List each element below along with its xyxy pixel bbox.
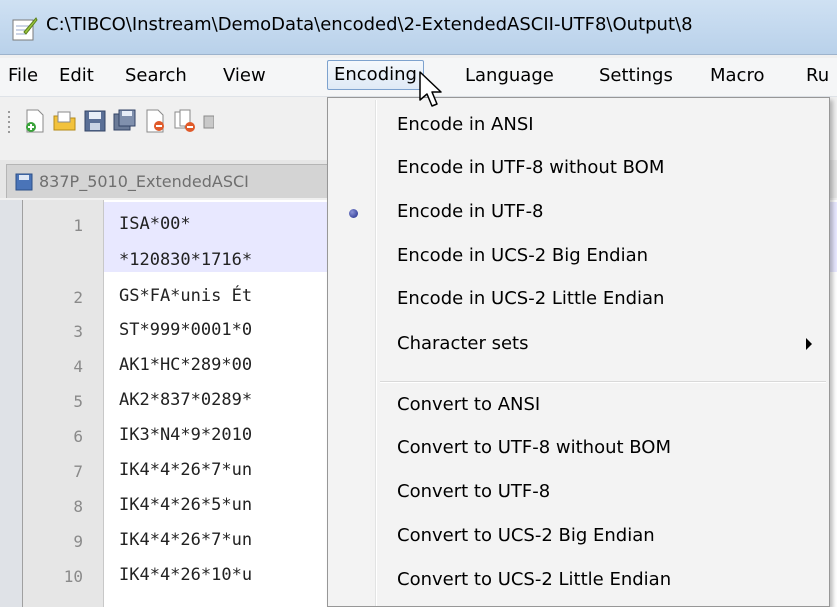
menu-encoding[interactable]: Encoding — [327, 60, 424, 90]
menu-item-encode-utf8-without-bom[interactable]: Encode in UTF-8 without BOM — [328, 149, 829, 189]
line-number: 1 — [73, 216, 83, 235]
menu-item-label: Encode in UCS-2 Little Endian — [397, 288, 665, 309]
menu-item-convert-ucs2-big-endian[interactable]: Convert to UCS-2 Big Endian — [328, 517, 829, 557]
line-number: 3 — [73, 322, 83, 341]
close-all-icon[interactable] — [172, 108, 198, 134]
menu-item-label: Convert to UTF-8 without BOM — [397, 437, 671, 458]
saved-file-icon — [15, 173, 33, 191]
menu-item-label: Character sets — [397, 333, 529, 354]
menu-item-character-sets[interactable]: Character sets — [328, 325, 829, 365]
menu-run[interactable]: Ru — [806, 65, 829, 86]
menu-search[interactable]: Search — [125, 65, 187, 86]
menu-item-label: Convert to ANSI — [397, 394, 541, 415]
menu-item-label: Convert to UTF-8 — [397, 481, 551, 502]
menu-item-label: Convert to UCS-2 Big Endian — [397, 525, 655, 546]
menu-separator — [380, 381, 826, 383]
submenu-arrow-icon — [806, 338, 812, 350]
menu-item-convert-ucs2-little-endian[interactable]: Convert to UCS-2 Little Endian — [328, 561, 829, 601]
menu-settings[interactable]: Settings — [599, 65, 673, 86]
code-line[interactable]: AK2*837*0289* — [119, 390, 252, 410]
code-line[interactable]: *120830*1716* — [119, 250, 252, 270]
toolbar-grip-icon — [8, 111, 10, 133]
menu-item-label: Encode in ANSI — [397, 114, 534, 135]
code-line[interactable]: IK4*4*26*7*un — [119, 460, 252, 480]
menu-item-label: Convert to UCS-2 Little Endian — [397, 569, 672, 590]
menu-language[interactable]: Language — [465, 65, 554, 86]
mouse-pointer-icon — [419, 71, 442, 107]
line-number: 9 — [73, 532, 83, 551]
title-bar: C:\TIBCO\Instream\DemoData\encoded\2-Ext… — [0, 0, 837, 55]
encoding-menu: Encode in ANSI Encode in UTF-8 without B… — [327, 97, 830, 607]
menu-item-convert-utf8[interactable]: Convert to UTF-8 — [328, 473, 829, 513]
print-icon[interactable] — [202, 108, 214, 134]
save-icon[interactable] — [82, 108, 108, 134]
line-number: 2 — [73, 288, 83, 307]
menu-item-convert-utf8-without-bom[interactable]: Convert to UTF-8 without BOM — [328, 429, 829, 469]
menu-item-encode-ucs2-little-endian[interactable]: Encode in UCS-2 Little Endian — [328, 280, 829, 320]
code-line[interactable]: ST*999*0001*0 — [119, 320, 252, 340]
code-line[interactable]: IK3*N4*9*2010 — [119, 425, 252, 445]
menu-item-encode-utf8[interactable]: Encode in UTF-8 — [328, 193, 829, 233]
menu-file[interactable]: File — [8, 65, 38, 86]
line-number: 8 — [73, 497, 83, 516]
code-line[interactable]: AK1*HC*289*00 — [119, 355, 252, 375]
window-left-border — [0, 200, 22, 607]
menu-item-label: Encode in UCS-2 Big Endian — [397, 245, 649, 266]
menu-macro[interactable]: Macro — [710, 65, 764, 86]
line-number: 10 — [63, 567, 83, 586]
code-line[interactable]: GS*FA*unis Ét — [119, 286, 252, 306]
notepad-plus-plus-icon[interactable] — [10, 14, 38, 42]
radio-selected-icon — [349, 209, 358, 218]
menu-item-encode-ansi[interactable]: Encode in ANSI — [328, 106, 829, 146]
line-number: 7 — [73, 462, 83, 481]
close-file-icon[interactable] — [142, 108, 168, 134]
menu-item-encode-ucs2-big-endian[interactable]: Encode in UCS-2 Big Endian — [328, 237, 829, 277]
code-line[interactable]: IK4*4*26*5*un — [119, 495, 252, 515]
menu-item-label: Encode in UTF-8 without BOM — [397, 157, 665, 178]
window-title: C:\TIBCO\Instream\DemoData\encoded\2-Ext… — [46, 14, 693, 35]
menu-item-convert-ansi[interactable]: Convert to ANSI — [328, 386, 829, 426]
code-line[interactable]: IK4*4*26*7*un — [119, 530, 252, 550]
code-line[interactable]: ISA*00* — [119, 214, 191, 234]
new-file-icon[interactable] — [22, 108, 48, 134]
menu-item-label: Encode in UTF-8 — [397, 201, 544, 222]
save-all-icon[interactable] — [112, 108, 138, 134]
tab-label: 837P_5010_ExtendedASCI — [39, 172, 249, 191]
line-number: 4 — [73, 357, 83, 376]
line-number: 6 — [73, 427, 83, 446]
menu-view[interactable]: View — [223, 65, 266, 86]
line-number-gutter: 1 2 3 4 5 6 7 8 9 10 — [23, 200, 104, 607]
menu-edit[interactable]: Edit — [59, 65, 94, 86]
code-line[interactable]: IK4*4*26*10*u — [119, 565, 252, 585]
tab-837p-file[interactable]: 837P_5010_ExtendedASCI — [6, 164, 366, 198]
open-file-icon[interactable] — [52, 108, 78, 134]
line-number: 5 — [73, 392, 83, 411]
